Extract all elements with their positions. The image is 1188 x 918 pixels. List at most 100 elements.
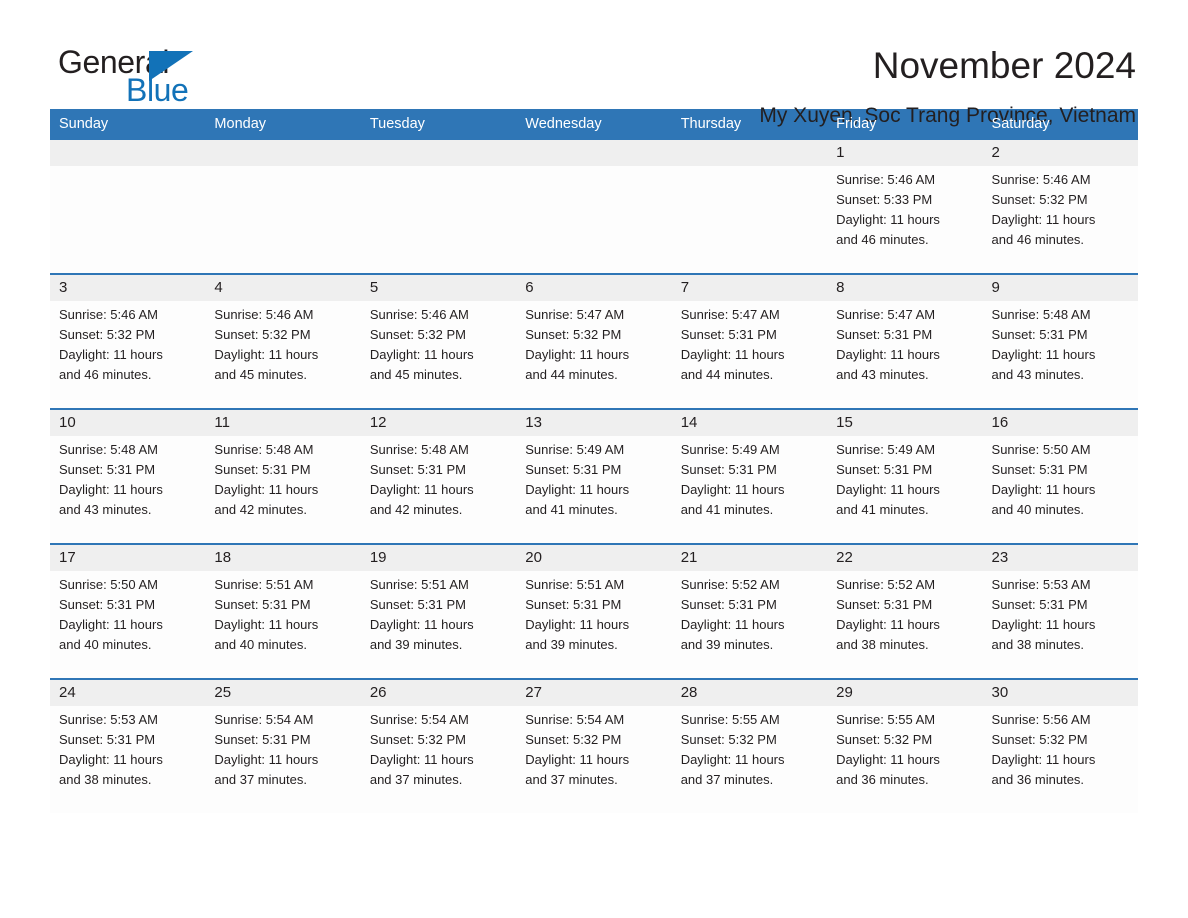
calendar-cell-day[interactable]: 11 Sunrise: 5:48 AM Sunset: 5:31 PM Dayligh… (205, 408, 361, 544)
detail-sunrise: Sunrise: 5:49 AM (680, 442, 780, 457)
calendar-cell-inner: 27 Sunrise: 5:54 AM Sunset: 5:32 PM Dayligh… (516, 680, 672, 813)
day-details: Sunrise: 5:48 AM Sunset: 5:31 PM Daylight:… (361, 436, 516, 520)
day-number (360, 140, 517, 166)
day-number (205, 140, 361, 166)
calendar-cell-inner: 3 Sunrise: 5:46 AM Sunset: 5:32 PM Daylight… (50, 275, 206, 408)
detail-daylight-line2: and 43 minutes. (836, 367, 929, 382)
detail-daylight-line2: and 36 minutes. (836, 772, 929, 787)
detail-sunset: Sunset: 5:31 PM (836, 462, 933, 477)
calendar-cell-day[interactable]: 27 Sunrise: 5:54 AM Sunset: 5:32 PM Dayligh… (516, 678, 672, 813)
detail-sunset: Sunset: 5:32 PM (991, 192, 1088, 207)
calendar-cell-day[interactable]: 18 Sunrise: 5:51 AM Sunset: 5:31 PM Dayligh… (205, 543, 361, 679)
detail-sunset: Sunset: 5:32 PM (214, 327, 311, 342)
calendar-cell-day[interactable]: 23 Sunrise: 5:53 AM Sunset: 5:31 PM Dayligh… (982, 543, 1138, 679)
calendar-cell-day[interactable]: 2 Sunrise: 5:46 AM Sunset: 5:32 PM Daylight… (982, 138, 1138, 274)
calendar-cell-day[interactable]: 19 Sunrise: 5:51 AM Sunset: 5:31 PM Dayligh… (360, 543, 517, 679)
detail-sunrise: Sunrise: 5:51 AM (214, 577, 314, 592)
calendar-cell-day[interactable]: 25 Sunrise: 5:54 AM Sunset: 5:31 PM Dayligh… (205, 678, 361, 813)
calendar-cell-day[interactable]: 12 Sunrise: 5:48 AM Sunset: 5:31 PM Dayligh… (360, 408, 517, 544)
calendar-cell-day[interactable]: 6 Sunrise: 5:47 AM Sunset: 5:32 PM Daylight… (516, 273, 672, 409)
calendar-cell-day[interactable]: 7 Sunrise: 5:47 AM Sunset: 5:31 PM Daylight… (671, 273, 828, 409)
day-details: Sunrise: 5:49 AM Sunset: 5:31 PM Daylight:… (827, 436, 982, 520)
calendar-cell-day[interactable]: 30 Sunrise: 5:56 AM Sunset: 5:32 PM Dayligh… (982, 678, 1138, 813)
calendar-cell-inner: 13 Sunrise: 5:49 AM Sunset: 5:31 PM Dayligh… (516, 410, 672, 543)
day-details: Sunrise: 5:48 AM Sunset: 5:31 PM Daylight:… (50, 436, 205, 520)
calendar-cell-day[interactable]: 3 Sunrise: 5:46 AM Sunset: 5:32 PM Daylight… (50, 273, 206, 409)
calendar-body: 1 Sunrise: 5:46 AM Sunset: 5:33 PM Daylight… (50, 138, 1138, 813)
calendar-week-row: 24 Sunrise: 5:53 AM Sunset: 5:31 PM Dayligh… (50, 678, 1138, 813)
calendar-cell-day[interactable]: 28 Sunrise: 5:55 AM Sunset: 5:32 PM Dayligh… (671, 678, 828, 813)
calendar-cell-inner (671, 140, 828, 273)
calendar-cell-day[interactable]: 29 Sunrise: 5:55 AM Sunset: 5:32 PM Dayligh… (827, 678, 983, 813)
detail-sunrise: Sunrise: 5:53 AM (991, 577, 1091, 592)
calendar-cell-day[interactable]: 16 Sunrise: 5:50 AM Sunset: 5:31 PM Dayligh… (982, 408, 1138, 544)
detail-sunrise: Sunrise: 5:47 AM (525, 307, 625, 322)
calendar-cell-day[interactable]: 4 Sunrise: 5:46 AM Sunset: 5:32 PM Daylight… (205, 273, 361, 409)
detail-daylight-line2: and 41 minutes. (680, 502, 774, 517)
calendar-cell-day[interactable]: 20 Sunrise: 5:51 AM Sunset: 5:31 PM Dayligh… (516, 543, 672, 679)
calendar-cell-day[interactable]: 22 Sunrise: 5:52 AM Sunset: 5:31 PM Dayligh… (827, 543, 983, 679)
calendar-cell-empty (50, 138, 206, 274)
detail-daylight-line1: Daylight: 11 hours (369, 482, 474, 497)
detail-daylight-line1: Daylight: 11 hours (525, 752, 630, 767)
day-number: 4 (205, 275, 361, 301)
calendar-cell-inner (50, 140, 206, 273)
detail-daylight-line1: Daylight: 11 hours (991, 212, 1096, 227)
calendar-cell-inner: 18 Sunrise: 5:51 AM Sunset: 5:31 PM Dayligh… (205, 545, 361, 678)
day-number: 26 (360, 680, 517, 706)
detail-daylight-line2: and 45 minutes. (369, 367, 463, 382)
calendar-cell-inner: 23 Sunrise: 5:53 AM Sunset: 5:31 PM Dayligh… (982, 545, 1138, 678)
day-number: 28 (671, 680, 828, 706)
detail-daylight-line1: Daylight: 11 hours (525, 347, 630, 362)
detail-sunset: Sunset: 5:32 PM (991, 732, 1088, 747)
calendar-cell-empty (671, 138, 828, 274)
page-subtitle: My Xuyen, Soc Trang Province, Vietnam (759, 104, 1136, 127)
calendar-cell-day[interactable]: 14 Sunrise: 5:49 AM Sunset: 5:31 PM Dayligh… (671, 408, 828, 544)
calendar-cell-day[interactable]: 26 Sunrise: 5:54 AM Sunset: 5:32 PM Dayligh… (360, 678, 517, 813)
calendar-cell-day[interactable]: 5 Sunrise: 5:46 AM Sunset: 5:32 PM Daylight… (360, 273, 517, 409)
detail-daylight-line2: and 44 minutes. (680, 367, 774, 382)
detail-sunset: Sunset: 5:32 PM (525, 327, 622, 342)
detail-sunset: Sunset: 5:31 PM (836, 597, 933, 612)
calendar-cell-day[interactable]: 1 Sunrise: 5:46 AM Sunset: 5:33 PM Daylight… (827, 138, 983, 274)
calendar-cell-day[interactable]: 17 Sunrise: 5:50 AM Sunset: 5:31 PM Dayligh… (50, 543, 206, 679)
calendar-cell-day[interactable]: 21 Sunrise: 5:52 AM Sunset: 5:31 PM Dayligh… (671, 543, 828, 679)
detail-daylight-line2: and 41 minutes. (836, 502, 929, 517)
calendar-cell-day[interactable]: 8 Sunrise: 5:47 AM Sunset: 5:31 PM Daylight… (827, 273, 983, 409)
calendar-cell-day[interactable]: 13 Sunrise: 5:49 AM Sunset: 5:31 PM Dayligh… (516, 408, 672, 544)
detail-daylight-line2: and 43 minutes. (59, 502, 152, 517)
detail-sunset: Sunset: 5:31 PM (991, 462, 1088, 477)
detail-daylight-line2: and 39 minutes. (369, 637, 463, 652)
general-blue-logo[interactable]: General Blue (50, 44, 230, 114)
calendar-cell-inner: 20 Sunrise: 5:51 AM Sunset: 5:31 PM Dayligh… (516, 545, 672, 678)
calendar-cell-day[interactable]: 10 Sunrise: 5:48 AM Sunset: 5:31 PM Dayligh… (50, 408, 206, 544)
detail-sunrise: Sunrise: 5:53 AM (59, 712, 158, 727)
detail-sunrise: Sunrise: 5:46 AM (991, 172, 1091, 187)
day-details: Sunrise: 5:51 AM Sunset: 5:31 PM Daylight:… (205, 571, 360, 655)
calendar-cell-day[interactable]: 15 Sunrise: 5:49 AM Sunset: 5:31 PM Dayligh… (827, 408, 983, 544)
detail-daylight-line2: and 38 minutes. (59, 772, 152, 787)
calendar-cell-inner (360, 140, 517, 273)
detail-daylight-line2: and 43 minutes. (991, 367, 1085, 382)
detail-daylight-line1: Daylight: 11 hours (214, 752, 319, 767)
detail-sunset: Sunset: 5:31 PM (214, 732, 311, 747)
calendar-cell-inner: 10 Sunrise: 5:48 AM Sunset: 5:31 PM Dayligh… (50, 410, 206, 543)
detail-sunset: Sunset: 5:31 PM (59, 732, 156, 747)
page-header: General Blue November 2024 My Xuyen, Soc… (50, 0, 1138, 127)
detail-daylight-line1: Daylight: 11 hours (214, 617, 319, 632)
detail-sunset: Sunset: 5:31 PM (59, 597, 156, 612)
day-number: 3 (50, 275, 206, 301)
calendar-cell-day[interactable]: 9 Sunrise: 5:48 AM Sunset: 5:31 PM Daylight… (982, 273, 1138, 409)
calendar-cell-inner: 6 Sunrise: 5:47 AM Sunset: 5:32 PM Daylight… (516, 275, 672, 408)
calendar-cell-inner: 4 Sunrise: 5:46 AM Sunset: 5:32 PM Daylight… (205, 275, 361, 408)
detail-sunrise: Sunrise: 5:51 AM (369, 577, 469, 592)
detail-daylight-line1: Daylight: 11 hours (836, 752, 940, 767)
detail-daylight-line1: Daylight: 11 hours (680, 347, 785, 362)
calendar-cell-inner: 9 Sunrise: 5:48 AM Sunset: 5:31 PM Daylight… (982, 275, 1138, 408)
day-number: 10 (50, 410, 206, 436)
detail-sunrise: Sunrise: 5:49 AM (525, 442, 625, 457)
day-details: Sunrise: 5:47 AM Sunset: 5:31 PM Daylight:… (827, 301, 982, 385)
calendar-cell-day[interactable]: 24 Sunrise: 5:53 AM Sunset: 5:31 PM Dayligh… (50, 678, 206, 813)
detail-daylight-line2: and 41 minutes. (525, 502, 618, 517)
detail-sunset: Sunset: 5:33 PM (836, 192, 933, 207)
